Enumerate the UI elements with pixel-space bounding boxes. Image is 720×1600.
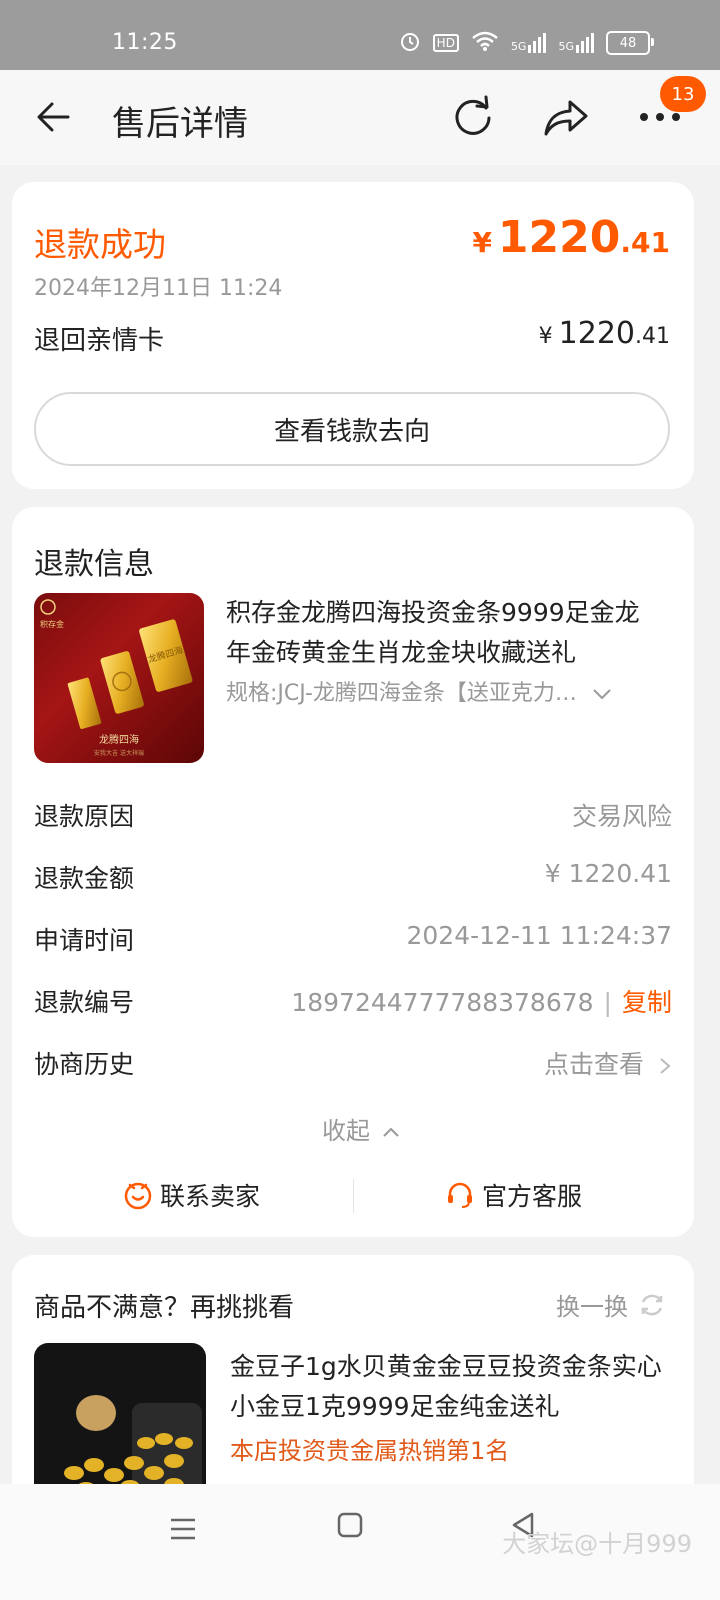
share-button[interactable] xyxy=(542,94,590,140)
system-nav-bar: 大家坛@十月999 xyxy=(0,1484,720,1600)
negotiation-history-row[interactable]: 协商历史 点击查看 xyxy=(34,1045,672,1085)
currency-symbol: ¥ xyxy=(472,226,492,259)
swap-button[interactable]: 换一换 xyxy=(556,1287,666,1322)
swap-label: 换一换 xyxy=(556,1293,628,1321)
apply-time-value: 2024-12-11 11:24:37 xyxy=(406,921,672,950)
refund-summary-card: 退款成功 ¥1220.41 2024年12月11日 11:24 退回亲情卡 ¥1… xyxy=(12,182,694,489)
chevron-right-icon xyxy=(660,1058,671,1074)
back-button[interactable] xyxy=(30,92,80,142)
square-icon xyxy=(337,1512,363,1538)
recent-apps-button[interactable] xyxy=(168,1514,198,1544)
refresh-button[interactable] xyxy=(450,94,496,140)
recommendation-item-title[interactable]: 金豆子1g水贝黄金金豆豆投资金条实心小金豆1克9999足金纯金送礼 xyxy=(230,1347,670,1427)
status-time: 11:25 xyxy=(112,30,178,55)
brand-text: 积存金 xyxy=(40,619,64,629)
image-caption: 龙腾四海 xyxy=(99,733,139,746)
hd-icon: HD xyxy=(432,34,459,52)
amount-decimal: .41 xyxy=(620,226,670,259)
amount-integer: 1220 xyxy=(558,316,635,351)
signal-type-label-2: 5G xyxy=(558,40,574,53)
refund-number-text: 1897244777788378678 xyxy=(291,988,594,1017)
refund-reason-row: 退款原因 交易风险 xyxy=(34,797,672,837)
battery-icon: 48 xyxy=(606,31,654,55)
product-spec[interactable]: 规格:JCJ-龙腾四海金条【送亚克力… xyxy=(226,675,646,707)
recommendation-card: 商品不满意？再挑挑看 换一换 金豆子1g水贝黄金金豆豆投资金条实心小金豆1克99… xyxy=(12,1255,694,1515)
chevron-up-icon xyxy=(382,1127,399,1137)
notification-badge: 13 xyxy=(660,76,706,112)
apply-time-label: 申请时间 xyxy=(34,926,135,955)
refund-destination-label: 退回亲情卡 xyxy=(34,326,165,356)
negotiation-history-label: 协商历史 xyxy=(34,1050,135,1079)
refresh-icon xyxy=(641,1294,663,1315)
refund-status: 退款成功 xyxy=(34,225,166,264)
divider xyxy=(353,1179,354,1213)
view-money-trace-button[interactable]: 查看钱款去向 xyxy=(34,392,670,466)
amount-decimal: .41 xyxy=(635,324,670,349)
signal-icon-2: 5G xyxy=(558,33,594,53)
view-link-text: 点击查看 xyxy=(544,1050,645,1079)
signal-icon: 5G xyxy=(511,33,547,53)
refund-info-card: 退款信息 积存金 龙腾四海 龙腾四海 安我大吉 送大祥瑞 积存金龙腾四海投资金条… xyxy=(12,507,694,1237)
official-service-button[interactable]: 官方客服 xyxy=(444,1177,582,1213)
signal-type-label: 5G xyxy=(510,40,527,53)
wifi-icon xyxy=(471,30,499,56)
currency-symbol: ¥ xyxy=(538,324,553,349)
headset-icon xyxy=(448,1182,472,1208)
refresh-icon xyxy=(455,95,491,135)
contact-seller-button[interactable]: 联系卖家 xyxy=(122,1177,260,1213)
collapse-button[interactable]: 收起 xyxy=(322,1111,400,1146)
copy-button[interactable]: 复制 xyxy=(622,988,672,1017)
refund-number-row: 退款编号 1897244777788378678 | 复制 xyxy=(34,983,672,1023)
separator: | xyxy=(603,988,612,1017)
section-title: 退款信息 xyxy=(34,547,154,582)
home-button[interactable] xyxy=(337,1512,363,1538)
amount-integer: 1220 xyxy=(497,212,621,263)
refund-number-value: 1897244777788378678 | 复制 xyxy=(291,983,672,1019)
official-service-label: 官方客服 xyxy=(482,1182,583,1211)
chevron-down-icon xyxy=(593,689,611,700)
recommendation-title: 商品不满意？再挑挑看 xyxy=(34,1293,295,1323)
image-subcaption: 安我大吉 送大祥瑞 xyxy=(94,749,144,757)
menu-icon xyxy=(171,1518,195,1540)
refund-destination-amount: ¥1220.41 xyxy=(539,316,670,351)
refund-amount: ¥1220.41 xyxy=(472,212,670,263)
page-title: 售后详情 xyxy=(112,104,248,144)
product-image[interactable]: 积存金 龙腾四海 龙腾四海 安我大吉 送大祥瑞 xyxy=(34,593,204,763)
refund-amount-label: 退款金额 xyxy=(34,864,135,893)
app-header: 售后详情 xyxy=(0,70,720,165)
refund-amount-row: 退款金额 ¥ 1220.41 xyxy=(34,859,672,899)
arrow-left-icon xyxy=(37,102,70,132)
status-bar: 11:25 HD 5G 5G 48 xyxy=(0,0,720,70)
contact-seller-label: 联系卖家 xyxy=(160,1182,261,1211)
apply-time-row: 申请时间 2024-12-11 11:24:37 xyxy=(34,921,672,961)
status-icons: HD 5G 5G 48 xyxy=(399,30,654,56)
collapse-label: 收起 xyxy=(322,1117,370,1145)
refund-reason-value: 交易风险 xyxy=(571,802,672,831)
share-icon xyxy=(544,100,588,136)
negotiation-history-link[interactable]: 点击查看 xyxy=(544,1045,672,1081)
refund-amount-value: ¥ 1220.41 xyxy=(544,859,672,888)
alarm-icon xyxy=(399,30,421,56)
recommendation-tag: 本店投资贵金属热销第1名 xyxy=(230,1437,510,1465)
gold-bar-illustration: 积存金 龙腾四海 龙腾四海 安我大吉 送大祥瑞 xyxy=(40,599,193,757)
product-title[interactable]: 积存金龙腾四海投资金条9999足金龙年金砖黄金生肖龙金块收藏送礼 xyxy=(226,593,646,673)
seller-chat-icon xyxy=(124,1182,152,1210)
refund-number-label: 退款编号 xyxy=(34,988,135,1017)
refund-date: 2024年12月11日 11:24 xyxy=(34,276,283,301)
watermark: 大家坛@十月999 xyxy=(502,1530,692,1558)
refund-reason-label: 退款原因 xyxy=(34,802,135,831)
product-spec-text: 规格:JCJ-龙腾四海金条【送亚克力… xyxy=(226,681,577,706)
